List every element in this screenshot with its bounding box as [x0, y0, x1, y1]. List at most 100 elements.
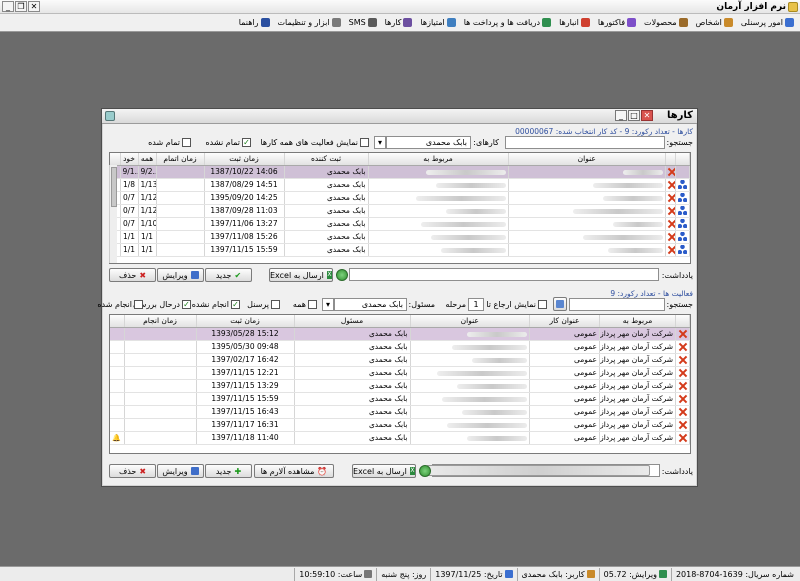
activities-edit-button[interactable]: ویرایش — [157, 464, 204, 478]
activities-col-header[interactable]: مسئول — [294, 315, 411, 328]
table-row[interactable]: 1397/02/17 16:42 بابک محمدی عمومی شرکت آرما… — [110, 353, 690, 367]
table-row[interactable]: 1397/11/17 16:31 بابک محمدی عمومی شرکت آرما… — [110, 418, 690, 432]
tasks-note-input[interactable] — [349, 268, 659, 281]
delete-row-icon[interactable] — [668, 181, 675, 189]
tasks-new-button[interactable]: ✔ جدید — [205, 268, 252, 282]
activities-col-header[interactable]: زمان انجام — [124, 315, 197, 328]
tasks-col-header[interactable]: مربوط به — [368, 153, 509, 166]
tasks-edit-button[interactable]: ویرایش — [157, 268, 204, 282]
delete-row-icon[interactable] — [668, 233, 675, 241]
menu-item-3[interactable]: فاکتورها — [594, 18, 640, 27]
responsible-dropdown[interactable]: ▾ — [322, 298, 334, 311]
tasks-user-select[interactable]: بابک محمدی — [386, 136, 471, 149]
delete-row-icon[interactable] — [679, 330, 687, 338]
delete-row-icon[interactable] — [679, 356, 687, 364]
tasks-scroll-thumb[interactable] — [111, 167, 117, 207]
delete-row-icon[interactable] — [679, 408, 687, 416]
delete-row-icon[interactable] — [679, 421, 687, 429]
delete-row-icon[interactable] — [679, 434, 687, 442]
table-row[interactable]: 1397/11/15 16:43 بابک محمدی عمومی شرکت آرما… — [110, 405, 690, 419]
tasks-col-header[interactable] — [110, 153, 121, 166]
chk-act-done[interactable]: انجام شده — [97, 300, 143, 309]
tasks-col-header[interactable]: ثبت کننده — [284, 153, 369, 166]
tasks-col-header[interactable] — [665, 153, 676, 166]
table-row[interactable]: 1397/11/15 15:59 بابک محمدی عمومی شرکت آرما… — [110, 392, 690, 406]
tasks-col-header[interactable] — [675, 153, 690, 166]
tasks-refresh-icon[interactable] — [336, 269, 348, 281]
menu-item-10[interactable]: راهنما — [235, 18, 274, 27]
tasks-search-input[interactable] — [505, 136, 665, 149]
menu-item-0[interactable]: امور پرسنلی — [737, 18, 798, 27]
table-row[interactable]: 0/7 1/12 1387/09/28 11:03 بابک محمدی — [110, 204, 690, 218]
checkbox-done[interactable]: ✓ — [231, 300, 240, 309]
hierarchy-icon[interactable] — [678, 206, 687, 216]
chk-show-refer[interactable]: نمایش ارجاع تا — [486, 300, 547, 309]
table-row[interactable]: 9/1...9/2... 1387/10/22 14:06بابک محمدی — [110, 165, 690, 179]
menu-item-7[interactable]: کارها — [381, 18, 417, 27]
tasks-col-header[interactable]: خود — [120, 153, 139, 166]
table-row[interactable]: 1395/05/30 09:48 بابک محمدی عمومی شرکت آرما… — [110, 340, 690, 354]
hierarchy-icon[interactable] — [678, 193, 687, 203]
activities-col-header[interactable]: عنوان — [410, 315, 530, 328]
menu-item-2[interactable]: محصولات — [640, 18, 692, 27]
table-row[interactable]: 1397/11/15 13:29 بابک محمدی عمومی شرکت آرما… — [110, 379, 690, 393]
minimize-window-button[interactable]: _ — [2, 1, 14, 12]
activities-col-header[interactable]: مربوط به — [599, 315, 676, 328]
restore-window-button[interactable]: ❐ — [15, 1, 27, 12]
table-row[interactable]: 1/1 1/1 1397/11/08 15:26 بابک محمدی — [110, 230, 690, 244]
checkbox-show-refer[interactable] — [538, 300, 547, 309]
delete-row-icon[interactable] — [668, 168, 675, 176]
chk-unfinished[interactable]: ✓ تمام نشده — [205, 138, 251, 147]
delete-row-icon[interactable] — [668, 220, 675, 228]
chk-personnel[interactable]: پرسنل — [247, 300, 280, 309]
tasks-col-header[interactable]: همه — [138, 153, 157, 166]
delete-row-icon[interactable] — [668, 246, 675, 254]
tasks-col-header[interactable]: عنوان — [508, 153, 666, 166]
menu-item-4[interactable]: انبارها — [555, 18, 594, 27]
delete-row-icon[interactable] — [679, 369, 687, 377]
checkbox-review[interactable]: ✓ — [182, 300, 191, 309]
tasks-scrollbar[interactable] — [109, 165, 117, 263]
table-row[interactable]: 1397/11/15 12:21 بابک محمدی عمومی شرکت آرما… — [110, 366, 690, 380]
hierarchy-icon[interactable] — [678, 245, 687, 255]
hierarchy-icon[interactable] — [678, 180, 687, 190]
checkbox-all[interactable] — [308, 300, 317, 309]
tasks-col-header[interactable]: زمان اتمام — [156, 153, 205, 166]
delete-row-icon[interactable] — [668, 207, 675, 215]
dialog-close-button[interactable]: ✕ — [641, 110, 653, 121]
dialog-maximize-button[interactable]: □ — [628, 110, 640, 121]
table-row[interactable]: 0/7 1/12 1395/09/20 14:25 بابک محمدی — [110, 191, 690, 205]
checkbox-act-done[interactable] — [134, 300, 143, 309]
table-row[interactable]: 0/7 1/10 1397/11/06 13:27 بابک محمدی — [110, 217, 690, 231]
chk-all[interactable]: همه — [293, 300, 317, 309]
table-row[interactable]: 1393/05/28 15:12 بابک محمدی عمومی شرکت آرما… — [110, 327, 690, 341]
checkbox-finished[interactable] — [182, 138, 191, 147]
delete-row-icon[interactable] — [679, 395, 687, 403]
menu-item-6[interactable]: امتیازها — [416, 18, 459, 27]
menu-item-1[interactable]: اشخاص — [692, 18, 737, 27]
delete-row-icon[interactable] — [679, 343, 687, 351]
bell-icon[interactable]: 🔔 — [112, 434, 121, 442]
activities-new-button[interactable]: ✚ جدید — [205, 464, 252, 478]
view-alarms-button[interactable]: ⏰ مشاهده آلارم ها — [254, 464, 334, 478]
activities-col-header[interactable] — [110, 315, 125, 328]
tasks-delete-button[interactable]: ✖ حذف — [109, 268, 156, 282]
tasks-col-header[interactable]: زمان ثبت — [204, 153, 285, 166]
hierarchy-icon[interactable] — [678, 232, 687, 242]
delete-row-icon[interactable] — [679, 382, 687, 390]
activities-refresh-icon[interactable] — [419, 465, 431, 477]
checkbox-unfinished[interactable]: ✓ — [242, 138, 251, 147]
hierarchy-icon[interactable] — [678, 219, 687, 229]
chk-all-activity[interactable]: نمایش فعالیت های همه کارها — [260, 138, 369, 147]
menu-item-5[interactable]: دریافت ها و پرداخت ها — [460, 18, 555, 27]
dialog-minimize-button[interactable]: _ — [615, 110, 627, 121]
chk-done[interactable]: ✓ انجام نشده — [192, 300, 240, 309]
activities-col-header[interactable]: زمان ثبت — [196, 315, 295, 328]
checkbox-personnel[interactable] — [271, 300, 280, 309]
checkbox-all-activity[interactable] — [360, 138, 369, 147]
table-row[interactable]: 🔔 1397/11/18 11:40 بابک محمدی عمومی شرکت آرم… — [110, 431, 690, 445]
activities-col-header[interactable] — [675, 315, 690, 328]
chk-finished[interactable]: تمام شده — [148, 138, 191, 147]
responsible-select[interactable]: بابک محمدی — [334, 298, 407, 311]
delete-row-icon[interactable] — [668, 194, 675, 202]
